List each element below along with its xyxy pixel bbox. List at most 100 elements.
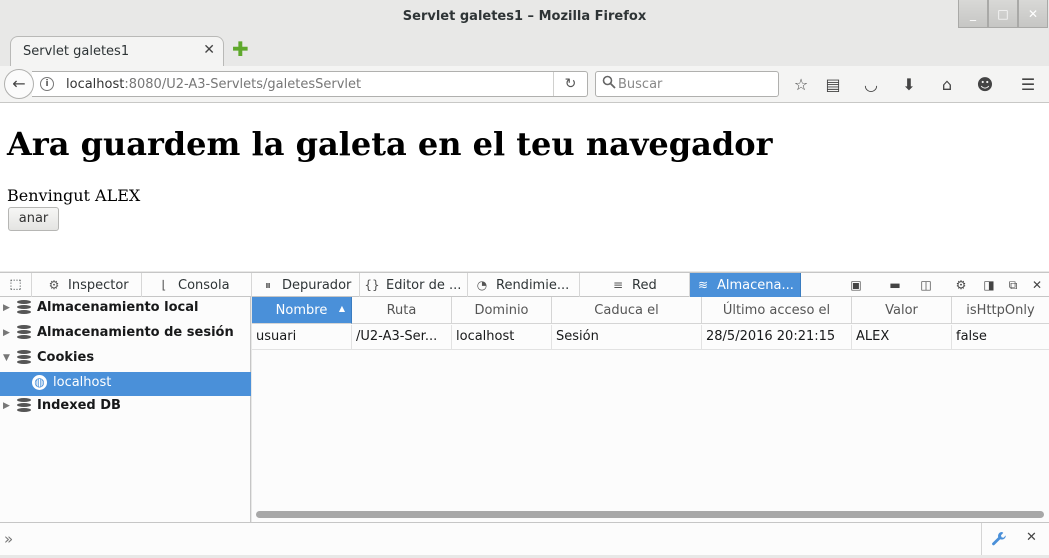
minimize-button[interactable]: _ [958,0,988,28]
url-text[interactable]: localhost:8080/U2-A3-Servlets/galetesSer… [66,77,361,92]
cell-name: usuari [252,325,352,349]
close-tab-icon[interactable]: ✕ [203,42,215,58]
tab-performance[interactable]: ◔ Rendimie... [468,273,580,297]
element-picker-icon[interactable]: ⬚ [0,273,32,297]
tab-label: Almacena... [717,278,794,293]
tab-inspector[interactable]: ⚙ Inspector [32,273,142,297]
maximize-button[interactable]: □ [988,0,1018,28]
sidebar-item-session-storage[interactable]: ▶ Almacenamiento de sesión [0,322,251,346]
bookmark-star-icon[interactable]: ☆ [790,74,812,96]
database-icon [17,398,31,413]
settings-icon[interactable]: ⚙ [951,275,971,295]
cookie-table: Nombre ▲ Ruta Dominio Caduca el Último ac… [252,297,1049,522]
sidebar-item-label: Cookies [37,350,95,365]
sidebar-item-cookies[interactable]: ▼ Cookies [0,347,251,371]
responsive-mode-icon[interactable]: ▣ [846,275,866,295]
url-bar[interactable]: i localhost:8080/U2-A3-Servlets/galetesS… [32,71,588,97]
expand-arrow-icon[interactable]: ▶ [3,395,10,417]
console-input[interactable] [24,528,964,550]
sidebar-item-label: localhost [53,375,112,390]
url-host: localhost [66,77,125,92]
row-divider [252,349,1049,350]
database-icon [17,300,31,315]
expand-arrow-icon[interactable]: ▶ [3,322,10,344]
pocket-icon[interactable]: ◡ [860,74,882,96]
menu-icon[interactable]: ☰ [1017,74,1039,96]
page-heading: Ara guardem la galeta en el teu navegado… [7,125,773,163]
cell-path: /U2-A3-Ser... [352,325,452,349]
database-icon [17,325,31,340]
search-icon [602,75,616,93]
tab-strip: Servlet galetes1 ✕ ✚ [0,34,1049,66]
url-path: :8080/U2-A3-Servlets/galetesServlet [124,77,362,92]
tab-storage[interactable]: ≋ Almacena... [690,273,801,297]
welcome-text: Benvingut ALEX [7,186,141,205]
debugger-icon: ⏸ [264,278,271,292]
split-console-bar: » ✕ [0,522,1049,555]
column-header-expires[interactable]: Caduca el [552,297,702,324]
tab-console[interactable]: ⌊ Consola [142,273,252,297]
column-header-name[interactable]: Nombre ▲ [252,297,352,324]
column-header-domain[interactable]: Dominio [452,297,552,324]
column-header-label: Nombre [275,303,328,318]
tab-label: Rendimie... [496,278,570,293]
column-header-value[interactable]: Valor [852,297,952,324]
sidebar-item-local-storage[interactable]: ▶ Almacenamiento local [0,297,251,321]
column-header-last-accessed[interactable]: Último acceso el [702,297,852,324]
cell-httponly: false [956,329,987,344]
tab-network[interactable]: ≡ Red [580,273,690,297]
reload-icon[interactable]: ↻ [553,72,587,96]
search-input[interactable] [618,74,774,94]
console-icon: ⌊ [161,278,167,292]
console-prompt-icon: » [4,530,14,548]
anar-button[interactable]: anar [8,207,59,231]
storage-icon: ≋ [697,278,709,292]
tab-label: Editor de ... [386,278,462,293]
browser-tab[interactable]: Servlet galetes1 ✕ [10,36,224,66]
navigation-bar: i localhost:8080/U2-A3-Servlets/galetesS… [0,66,1049,103]
tab-title: Servlet galetes1 [23,44,130,59]
devtools-toolbar: ⬚ ⚙ Inspector ⌊ Consola ⏸ Depurador {} Edito… [0,272,1049,297]
tab-debugger[interactable]: ⏸ Depurador [252,273,360,297]
cell-value: ALEX [852,325,952,349]
inspector-icon: ⚙ [48,278,60,292]
new-tab-icon[interactable]: ✚ [232,39,252,60]
tab-label: Consola [178,278,230,293]
search-box[interactable] [595,71,779,97]
reading-list-icon[interactable]: ▤ [822,74,844,96]
undock-icon[interactable]: ⧉ [1003,275,1023,295]
column-header-path[interactable]: Ruta [352,297,452,324]
close-window-button[interactable]: ✕ [1018,0,1048,28]
sidebar-item-label: Indexed DB [37,398,121,413]
tab-label: Red [632,278,657,293]
window-titlebar: Servlet galetes1 – Mozilla Firefox _ □ ✕ [0,0,1049,34]
back-button[interactable]: ← [4,69,34,99]
screenshot-icon[interactable]: ◫ [916,275,936,295]
chat-icon[interactable]: ☻ [974,74,996,96]
sidebar-item-indexed-db[interactable]: ▶ Indexed DB [0,395,251,419]
wrench-icon[interactable] [981,523,1015,555]
horizontal-scrollbar[interactable] [256,511,1044,518]
home-icon[interactable]: ⌂ [936,74,958,96]
downloads-icon[interactable]: ⬇ [898,74,920,96]
tab-style-editor[interactable]: {} Editor de ... [360,273,468,297]
globe-icon: ◍ [32,375,47,390]
dock-side-icon[interactable]: ◨ [979,275,999,295]
tab-label: Depurador [282,278,352,293]
window-title: Servlet galetes1 – Mozilla Firefox [402,9,647,24]
close-devtools-icon[interactable]: ✕ [1027,275,1047,295]
cell-last-accessed: 28/5/2016 20:21:15 [702,325,852,349]
expand-arrow-icon[interactable]: ▶ [3,297,10,319]
tab-label: Inspector [68,278,129,293]
column-header-httponly[interactable]: isHttpOnly [952,297,1049,324]
sort-ascending-icon: ▲ [338,304,345,313]
sidebar-item-localhost[interactable]: ◍ localhost [0,372,251,396]
performance-icon: ◔ [476,278,488,292]
close-console-icon[interactable]: ✕ [1026,530,1037,545]
network-icon: ≡ [612,278,624,292]
collapse-arrow-icon[interactable]: ▼ [3,347,10,369]
page-content: Ara guardem la galeta en el teu navegado… [0,103,1049,271]
info-icon[interactable]: i [40,77,54,91]
scratchpad-icon[interactable]: ▬ [885,275,905,295]
database-icon [17,350,31,365]
